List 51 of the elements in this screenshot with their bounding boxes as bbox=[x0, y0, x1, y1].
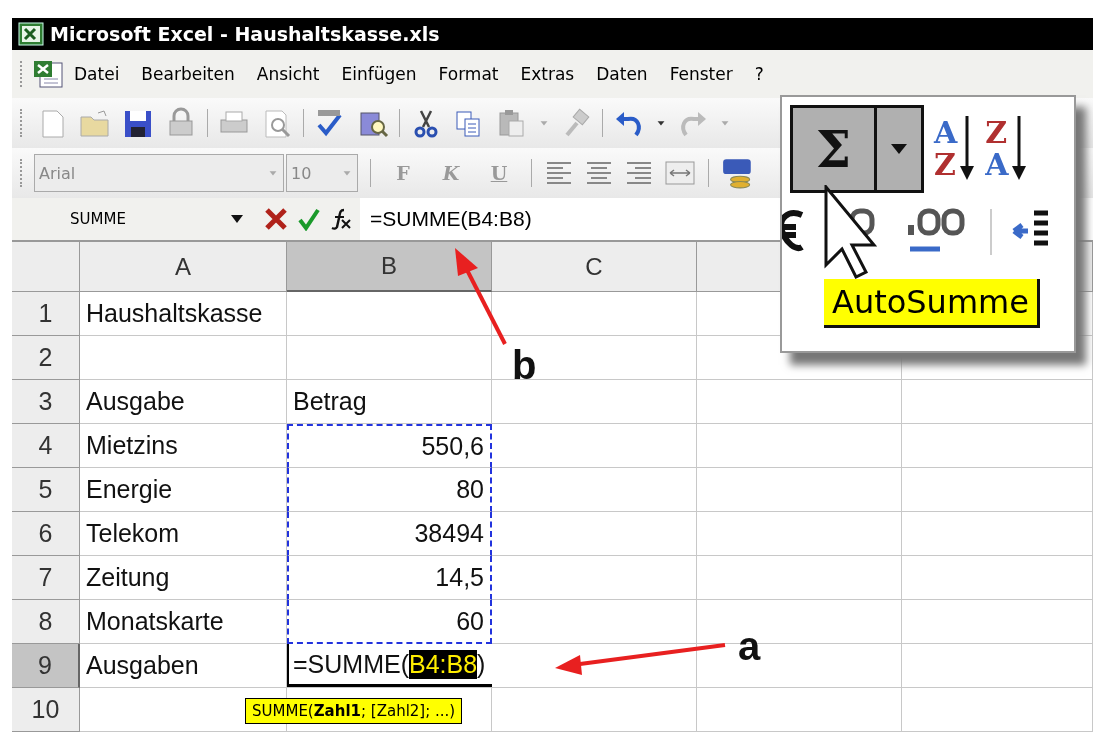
row-header[interactable]: 9 bbox=[12, 644, 80, 688]
row-header[interactable]: 8 bbox=[12, 600, 80, 644]
menu-item[interactable]: Datei bbox=[66, 60, 128, 88]
menu-item[interactable]: Einfügen bbox=[333, 60, 425, 88]
workbook-icon[interactable] bbox=[32, 59, 66, 89]
table-cell: Haushaltskasse bbox=[80, 292, 287, 336]
table-cell: 80 bbox=[287, 468, 492, 512]
sort-descending-button[interactable]: Z A bbox=[985, 105, 1027, 193]
row-header[interactable]: 2 bbox=[12, 336, 80, 380]
table-cell: Betrag bbox=[287, 380, 492, 424]
dropdown-arrow-icon[interactable] bbox=[230, 214, 244, 224]
menu-item[interactable]: Bearbeiten bbox=[133, 60, 243, 88]
table-cell: 550,6 bbox=[287, 424, 492, 468]
sort-ascending-button[interactable]: A Z bbox=[934, 105, 976, 193]
column-header[interactable]: C bbox=[492, 242, 697, 292]
checkmark-icon[interactable] bbox=[298, 207, 320, 231]
menu-item[interactable]: ? bbox=[746, 60, 772, 88]
annotation-label: a bbox=[738, 626, 761, 666]
column-header[interactable]: B bbox=[287, 242, 492, 292]
select-all-corner[interactable] bbox=[12, 242, 80, 292]
autosum-tooltip: AutoSumme bbox=[824, 279, 1040, 328]
menu-item[interactable]: Format bbox=[430, 60, 507, 88]
function-tooltip: SUMME(Zahl1; [Zahl2]; ...) bbox=[245, 698, 463, 724]
table-cell: Telekom bbox=[80, 512, 287, 556]
row-header[interactable]: 6 bbox=[12, 512, 80, 556]
table-cell: Zeitung bbox=[80, 556, 287, 600]
table-cell: Energie bbox=[80, 468, 287, 512]
menu-item[interactable]: Daten bbox=[588, 60, 656, 88]
annotation-label: b bbox=[512, 345, 537, 385]
insert-function-icon[interactable] bbox=[330, 208, 352, 230]
row-header[interactable]: 1 bbox=[12, 292, 80, 336]
menu-item[interactable]: Extras bbox=[512, 60, 583, 88]
row-header[interactable]: 10 bbox=[12, 688, 80, 732]
cancel-icon[interactable] bbox=[264, 207, 288, 231]
table-cell: Mietzins bbox=[80, 424, 287, 468]
open-folder-icon[interactable] bbox=[78, 107, 112, 139]
table-cell: Ausgabe bbox=[80, 380, 287, 424]
table-cell: Monatskarte bbox=[80, 600, 287, 644]
column-header[interactable]: A bbox=[80, 242, 287, 292]
row-header[interactable]: 7 bbox=[12, 556, 80, 600]
window-title: Microsoft Excel - Haushaltskasse.xls bbox=[50, 23, 440, 45]
excel-logo-icon bbox=[18, 22, 44, 46]
name-box[interactable]: SUMME bbox=[12, 210, 230, 228]
table-cell: 38494 bbox=[287, 512, 492, 556]
row-header[interactable]: 3 bbox=[12, 380, 80, 424]
dropdown-arrow-icon[interactable] bbox=[890, 143, 908, 155]
row-header[interactable]: 5 bbox=[12, 468, 80, 512]
menu-item[interactable]: Ansicht bbox=[248, 60, 328, 88]
row-header[interactable]: 4 bbox=[12, 424, 80, 468]
table-cell: 14,5 bbox=[287, 556, 492, 600]
menu-item[interactable]: Fenster bbox=[661, 60, 741, 88]
